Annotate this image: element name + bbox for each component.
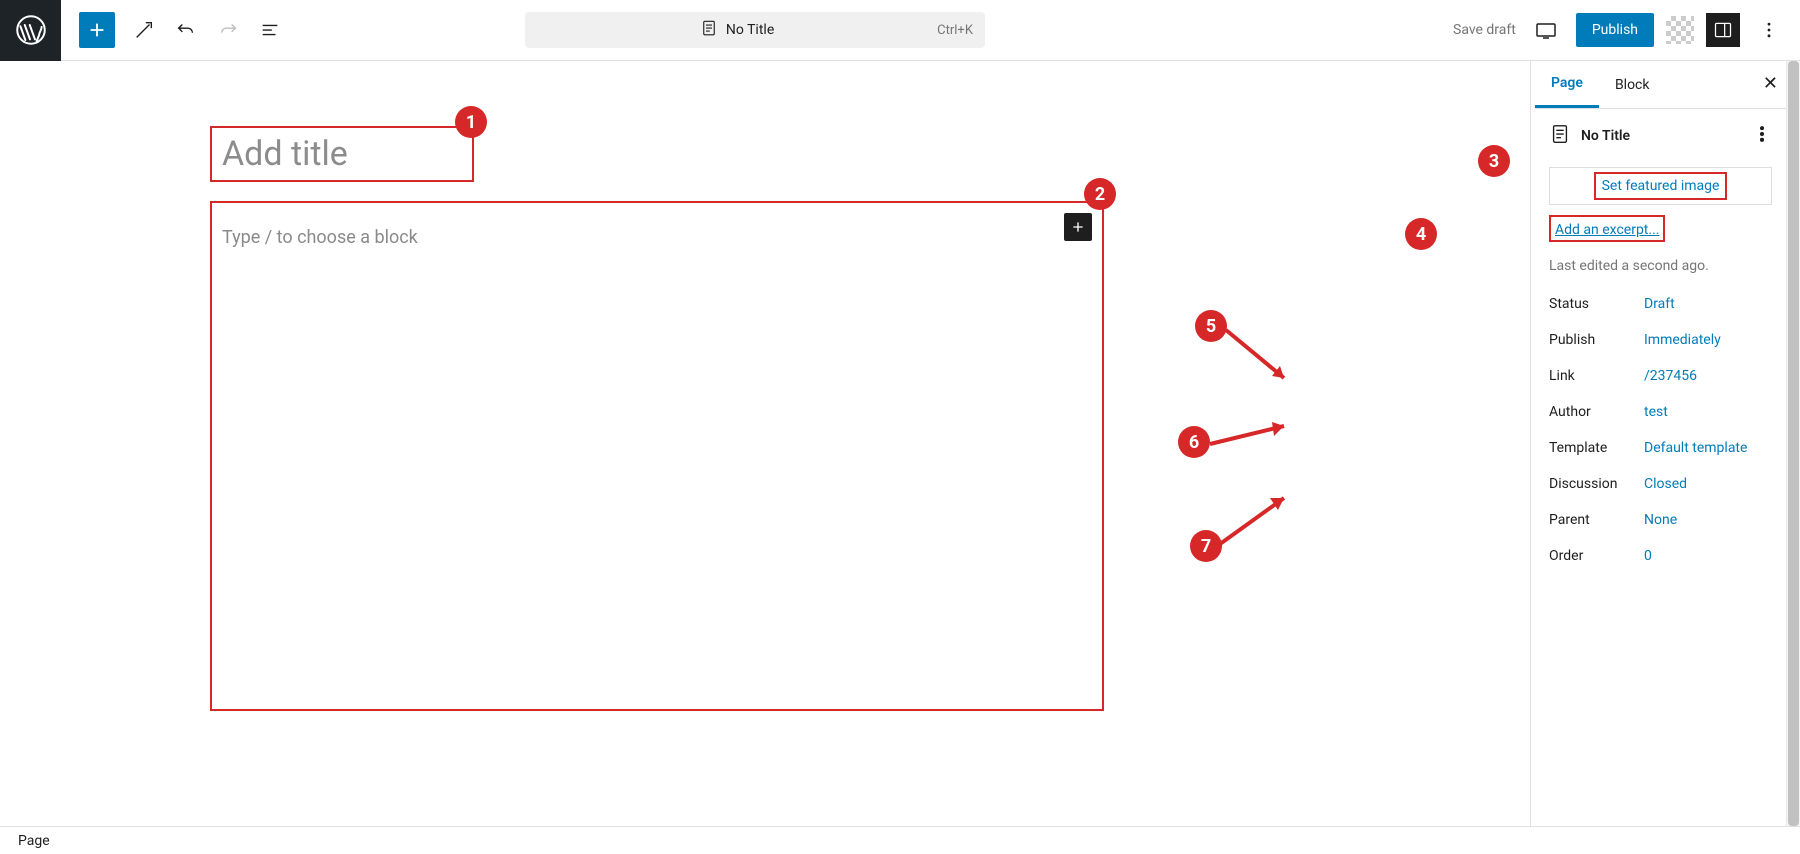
meta-row-parent[interactable]: Parent None [1549,502,1772,538]
tools-icon[interactable] [123,6,165,54]
meta-row-discussion[interactable]: Discussion Closed [1549,466,1772,502]
annotation-bubble-2: 2 [1084,178,1116,210]
command-center-title: No Title [726,22,774,38]
breadcrumb-bar: Page [0,826,1800,854]
sidebar-tabs: Page Block ✕ [1535,61,1786,109]
meta-row-template[interactable]: Template Default template [1549,430,1772,466]
list-view-button[interactable] [249,6,291,54]
annotation-bubble-1: 1 [455,106,487,138]
add-excerpt-link[interactable]: Add an excerpt... [1549,215,1665,242]
page-actions-button[interactable] [1752,124,1772,148]
annotation-bubble-4: 4 [1405,218,1437,250]
settings-sidebar-toggle[interactable] [1706,13,1740,47]
page-icon [700,19,718,41]
title-input[interactable]: Add title [210,126,474,182]
editor-canvas: Add title Type / to choose a block [0,61,1530,826]
tab-block[interactable]: Block [1599,61,1666,108]
set-featured-image-button[interactable]: Set featured image [1594,172,1728,200]
add-block-toggle-button[interactable] [79,12,115,48]
top-toolbar: No Title Ctrl+K Save draft Publish [0,0,1800,61]
undo-button[interactable] [165,6,207,54]
meta-row-author[interactable]: Author test [1549,394,1772,430]
page-summary: Status Draft Publish Immediately Link /2… [1549,286,1772,574]
meta-row-status[interactable]: Status Draft [1549,286,1772,322]
meta-row-publish[interactable]: Publish Immediately [1549,322,1772,358]
close-sidebar-button[interactable]: ✕ [1763,73,1778,94]
tab-page[interactable]: Page [1535,61,1599,108]
sidebar-doc-title: No Title [1581,128,1742,144]
content-area[interactable]: Type / to choose a block [210,201,1104,711]
meta-row-order[interactable]: Order 0 [1549,538,1772,574]
featured-image-panel[interactable]: Set featured image [1549,167,1772,205]
page-icon [1549,123,1571,149]
command-center-shortcut: Ctrl+K [937,23,973,38]
save-draft-button[interactable]: Save draft [1453,22,1516,38]
redo-button[interactable] [207,6,249,54]
meta-row-link[interactable]: Link /237456 [1549,358,1772,394]
content-placeholder: Type / to choose a block [222,227,1102,248]
preview-button[interactable] [1528,12,1564,48]
publish-button[interactable]: Publish [1576,13,1654,47]
annotation-bubble-6: 6 [1178,426,1210,458]
options-menu-button[interactable] [1752,13,1786,47]
inline-add-block-button[interactable] [1064,213,1092,241]
title-placeholder: Add title [222,134,348,174]
wordpress-logo-icon[interactable] [0,0,61,61]
annotation-bubble-7: 7 [1190,530,1222,562]
avatar[interactable] [1666,16,1694,44]
scrollbar-vertical[interactable] [1786,61,1800,826]
breadcrumb[interactable]: Page [18,833,50,849]
annotation-bubble-5: 5 [1195,310,1227,342]
last-edited-label: Last edited a second ago. [1549,258,1772,274]
annotation-bubble-3: 3 [1478,145,1510,177]
settings-sidebar: Page Block ✕ No Title Set featured image… [1530,61,1786,826]
command-center[interactable]: No Title Ctrl+K [525,12,985,48]
scrollbar-thumb[interactable] [1788,61,1799,826]
